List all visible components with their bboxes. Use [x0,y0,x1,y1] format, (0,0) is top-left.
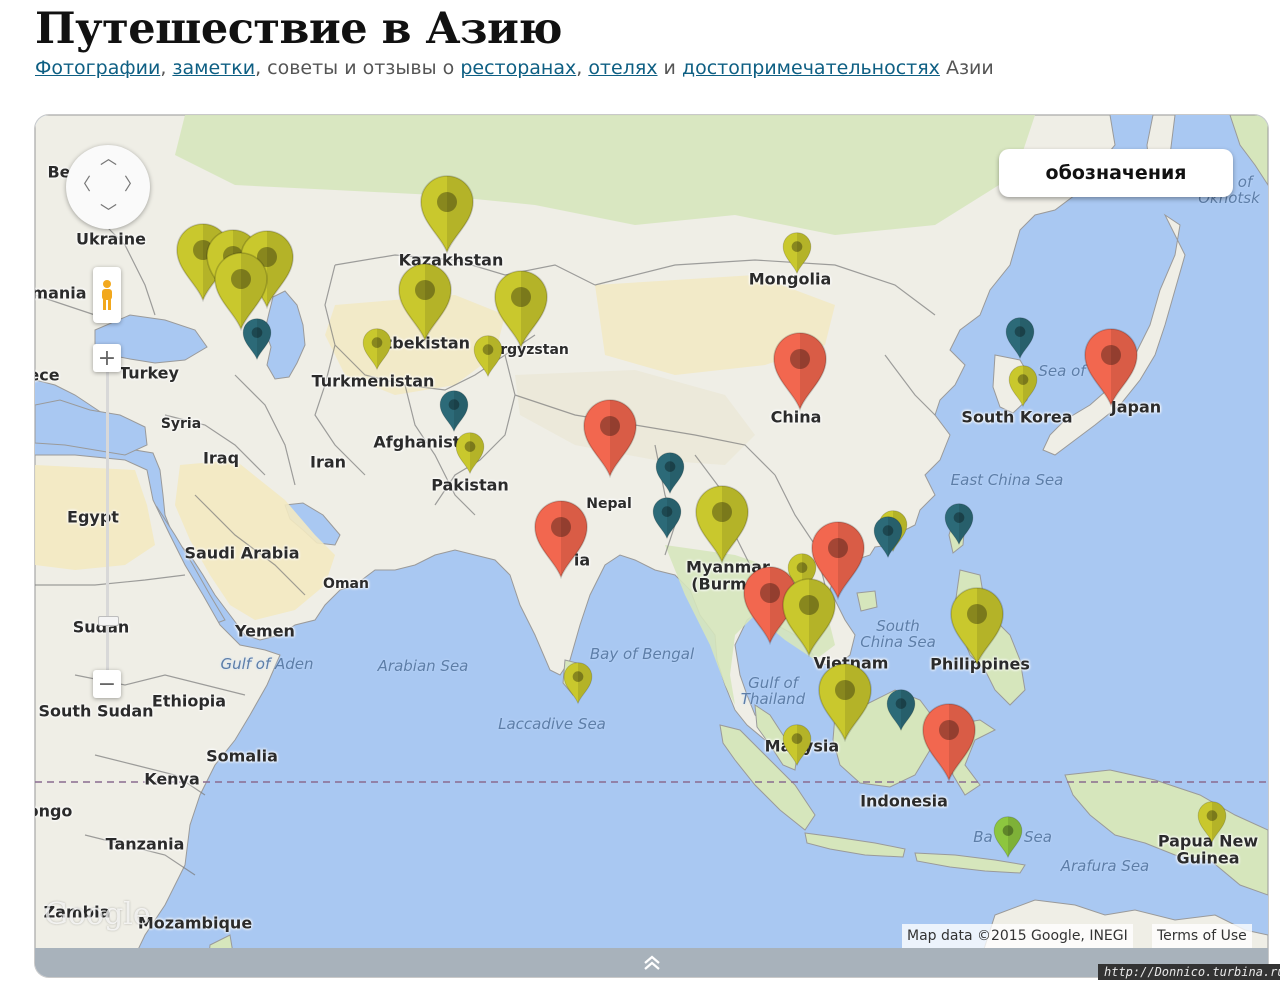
map-marker-yellow[interactable] [472,334,504,378]
expand-bar[interactable] [35,948,1268,977]
map-pin-icon [922,703,976,782]
map-pin-icon [1197,801,1227,844]
map-pin-icon [782,232,812,275]
map-marker-teal[interactable] [943,502,975,546]
desert-sahara [35,465,155,570]
map-marker-red[interactable] [531,499,591,579]
map-marker-yellow[interactable] [395,262,455,342]
legend-button[interactable]: обозначения [999,149,1233,197]
subtitle-text: Азии [939,57,994,79]
map-pin-icon [563,662,593,705]
pan-up-icon[interactable]: ︿ [100,151,117,168]
map-pin-icon [534,500,588,579]
map[interactable]: Be Ukraine mania Kazakhstan Mongolia of … [35,115,1268,977]
map-pin-icon [886,689,916,732]
map-pin-icon [473,335,503,378]
street-view-pegman[interactable] [93,267,121,323]
map-pin-icon [773,332,827,411]
map-marker-red[interactable] [770,331,830,411]
map-marker-yellow[interactable] [779,577,839,657]
map-marker-red[interactable] [580,398,640,478]
terms-link[interactable]: Terms of Use [1152,924,1252,948]
map-marker-yellow[interactable] [947,586,1007,666]
pan-control[interactable]: ︿ ﹀ 〈 〉 [66,145,150,229]
map-pin-icon [950,587,1004,666]
link-sights[interactable]: достопримечательностях [682,57,940,79]
zoom-in-button[interactable]: + [93,344,121,372]
page-subtitle: Фотографии, заметки, советы и отзывы о р… [35,57,994,79]
pan-left-icon[interactable]: 〈 [74,177,91,194]
map-pin-icon [242,318,272,361]
subtitle-text: и [657,57,682,79]
map-pin-icon [439,390,469,433]
map-pin-icon [1008,365,1038,408]
watermark: http://Donnico.turbina.ru [1098,964,1280,980]
map-marker-teal[interactable] [872,515,904,559]
map-pin-icon [873,516,903,559]
zoom-slider-thumb[interactable] [98,616,119,626]
map-pin-icon [818,663,872,742]
map-pin-icon [583,399,637,478]
pan-right-icon[interactable]: 〉 [124,177,141,194]
subtitle-text: , [160,57,173,79]
subtitle-text: , советы и отзывы о [255,57,461,79]
map-pin-icon [993,816,1023,859]
map-pin-icon [398,263,452,342]
map-pin-icon [420,175,474,254]
map-marker-yellow[interactable] [417,174,477,254]
map-marker-yellow[interactable] [454,431,486,475]
map-pin-icon [944,503,974,546]
map-pin-icon [782,724,812,767]
map-marker-yellow[interactable] [692,484,752,564]
map-marker-yellow[interactable] [1196,800,1228,844]
map-marker-teal[interactable] [654,451,686,495]
map-pin-icon [655,452,685,495]
map-pin-icon [1005,317,1035,360]
page-title: Путешествие в Азию [35,4,562,54]
map-marker-teal[interactable] [438,389,470,433]
map-marker-teal[interactable] [1004,316,1036,360]
map-pin-icon [455,432,485,475]
map-marker-teal[interactable] [651,496,683,540]
link-notes[interactable]: заметки [172,57,255,79]
link-restaurants[interactable]: ресторанах [460,57,576,79]
map-pin-icon [695,485,749,564]
map-marker-teal[interactable] [241,317,273,361]
map-marker-yellow[interactable] [815,662,875,742]
map-marker-yellow[interactable] [361,327,393,371]
map-marker-red[interactable] [919,702,979,782]
map-pin-icon [652,497,682,540]
pegman-icon [102,280,112,310]
google-logo: Google [44,897,151,932]
map-marker-yellow[interactable] [562,661,594,705]
zoom-out-button[interactable]: − [93,670,121,698]
pan-down-icon[interactable]: ﹀ [100,205,117,222]
link-hotels[interactable]: отелях [588,57,657,79]
map-marker-green[interactable] [992,815,1024,859]
map-attribution: Map data ©2015 Google, INEGI [902,924,1133,948]
map-pin-icon [1084,328,1138,407]
map-marker-yellow[interactable] [781,231,813,275]
map-marker-red[interactable] [1081,327,1141,407]
map-marker-yellow[interactable] [1007,364,1039,408]
double-chevron-up-icon [643,955,660,970]
map-marker-yellow[interactable] [781,723,813,767]
subtitle-text: , [576,57,589,79]
zoom-slider-track[interactable] [106,361,109,689]
map-pin-icon [782,578,836,657]
link-photos[interactable]: Фотографии [35,57,160,79]
map-pin-icon [362,328,392,371]
map-marker-teal[interactable] [885,688,917,732]
